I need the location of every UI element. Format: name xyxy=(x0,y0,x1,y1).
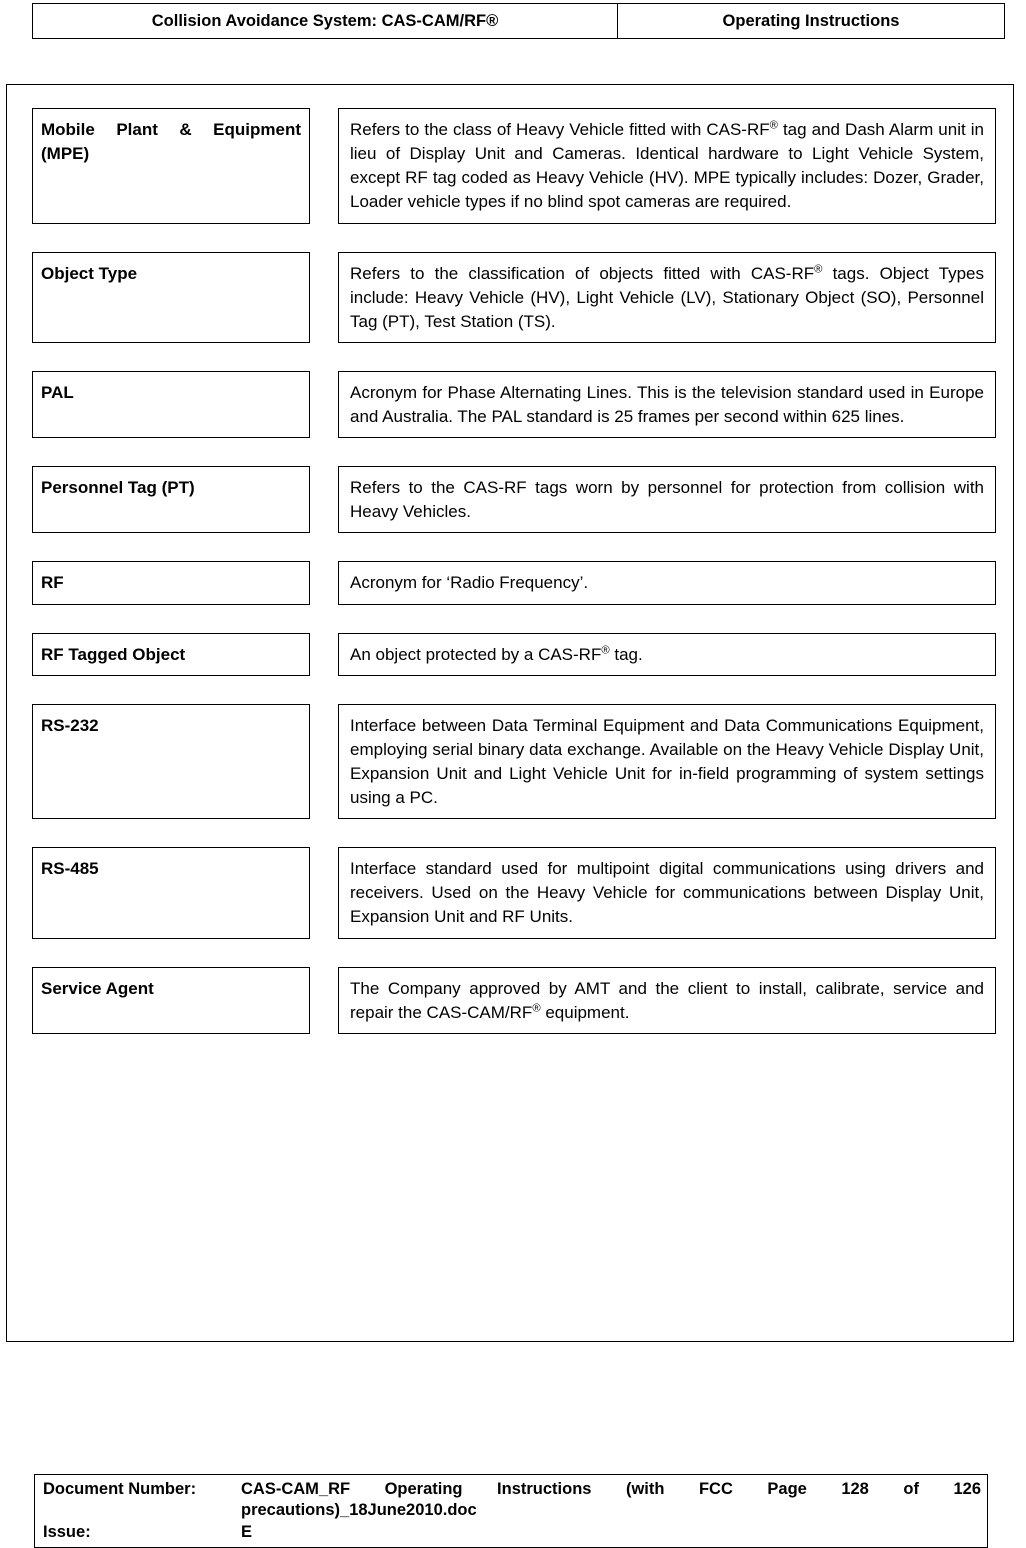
glossary-term-cell: RS-485 xyxy=(32,847,310,939)
glossary-row: Service Agent The Company approved by AMT… xyxy=(32,966,996,1034)
glossary-table: Mobile Plant & Equipment (MPE) Refers to … xyxy=(32,108,996,1034)
glossary-row: Mobile Plant & Equipment (MPE) Refers to … xyxy=(32,108,996,224)
description-segment-lead: The Company approved by AMT and the clie… xyxy=(350,978,984,1022)
glossary-description-cell: Acronym for ‘Radio Frequency’. xyxy=(338,561,996,605)
footer-grid: Document Number: CAS-CAM_RF Operating In… xyxy=(43,1479,981,1543)
page-footer-table: Document Number: CAS-CAM_RF Operating In… xyxy=(34,1474,988,1548)
glossary-description-cell: An object protected by a CAS-RF® tag. xyxy=(338,632,996,676)
description-segment-lead: Acronym for Phase Alternating Lines. Thi… xyxy=(350,382,984,426)
header-document-type: Operating Instructions xyxy=(617,3,1005,39)
glossary-description-cell: Refers to the class of Heavy Vehicle fit… xyxy=(338,108,996,224)
footer-row-document-number: Document Number: CAS-CAM_RF Operating In… xyxy=(43,1479,981,1522)
glossary-row: RF Acronym for ‘Radio Frequency’. xyxy=(32,561,996,605)
glossary-row: Object Type Refers to the classification … xyxy=(32,251,996,343)
glossary-description-text: Acronym for Phase Alternating Lines. Thi… xyxy=(350,381,984,429)
glossary-description-text: Acronym for ‘Radio Frequency’. xyxy=(350,571,984,595)
page-header-row: Collision Avoidance System: CAS-CAM/RF® … xyxy=(32,3,1005,39)
header-system-title: Collision Avoidance System: CAS-CAM/RF® xyxy=(32,3,618,39)
footer-issue-label: Issue: xyxy=(43,1522,91,1541)
glossary-term-label: RF xyxy=(41,573,64,593)
description-segment-lead: Refers to the classification of objects … xyxy=(350,263,815,283)
glossary-description-text: Interface between Data Terminal Equipmen… xyxy=(350,714,984,811)
glossary-description-text: An object protected by a CAS-RF® tag. xyxy=(350,643,984,667)
description-segment-lead: Refers to the CAS-RF tags worn by person… xyxy=(350,478,984,522)
glossary-term-label: RS-232 xyxy=(41,715,99,735)
glossary-row: Personnel Tag (PT) Refers to the CAS-RF t… xyxy=(32,466,996,534)
glossary-description-cell: Interface between Data Terminal Equipmen… xyxy=(338,703,996,820)
description-segment-lead: Acronym for ‘Radio Frequency’. xyxy=(350,573,589,593)
glossary-term-label: Personnel Tag (PT) xyxy=(41,478,195,498)
registered-trademark-icon: ® xyxy=(532,1001,541,1014)
footer-issue-value: E xyxy=(241,1522,253,1541)
glossary-description-cell: Acronym for Phase Alternating Lines. Thi… xyxy=(338,370,996,439)
glossary-term-cell: Mobile Plant & Equipment (MPE) xyxy=(32,108,310,224)
glossary-description-cell: Refers to the CAS-RF tags worn by person… xyxy=(338,466,996,534)
footer-document-number-label: Document Number: xyxy=(43,1480,197,1498)
registered-trademark-icon: ® xyxy=(601,643,610,656)
glossary-term-cell: RF Tagged Object xyxy=(32,632,310,676)
glossary-term-label: PAL xyxy=(41,382,74,402)
description-segment-lead: An object protected by a CAS-RF xyxy=(350,644,602,664)
glossary-description-cell: Refers to the classification of objects … xyxy=(338,251,996,343)
glossary-description-text: Refers to the CAS-RF tags worn by person… xyxy=(350,476,984,524)
glossary-term-cell: RS-232 xyxy=(32,703,310,820)
description-segment-tail: tag. xyxy=(609,644,643,664)
description-segment-lead: Interface standard used for multipoint d… xyxy=(350,859,984,927)
page-header-table: Collision Avoidance System: CAS-CAM/RF® … xyxy=(32,3,1005,39)
glossary-description-text: Refers to the classification of objects … xyxy=(350,262,984,334)
glossary-term-label: Service Agent xyxy=(41,978,154,998)
glossary-row: RS-485 Interface standard used for multip… xyxy=(32,847,996,939)
glossary-term-label: RS-485 xyxy=(41,859,99,879)
footer-row-issue: Issue: E xyxy=(43,1522,981,1543)
footer-document-number-line2: precautions)_18June2010.doc xyxy=(241,1501,477,1520)
glossary-term-cell: Object Type xyxy=(32,251,310,343)
description-segment-lead: Refers to the class of Heavy Vehicle fit… xyxy=(350,120,770,139)
footer-document-number-line1: CAS-CAM_RF Operating Instructions (with … xyxy=(241,1480,981,1498)
glossary-term-label: Mobile Plant & Equipment (MPE) xyxy=(41,120,301,164)
footer-document-number-value: CAS-CAM_RF Operating Instructions (with … xyxy=(241,1479,981,1522)
glossary-row: RF Tagged Object An object protected by a… xyxy=(32,632,996,676)
registered-trademark-icon: ® xyxy=(769,119,778,132)
glossary-row: RS-232 Interface between Data Terminal Eq… xyxy=(32,703,996,820)
glossary-description-cell: Interface standard used for multipoint d… xyxy=(338,847,996,939)
glossary-term-cell: Personnel Tag (PT) xyxy=(32,466,310,534)
glossary-description-cell: The Company approved by AMT and the clie… xyxy=(338,966,996,1034)
glossary-term-cell: Service Agent xyxy=(32,966,310,1034)
description-segment-tail: equipment. xyxy=(540,1002,630,1022)
glossary-term-cell: PAL xyxy=(32,370,310,439)
glossary-description-text: Refers to the class of Heavy Vehicle fit… xyxy=(350,118,984,215)
glossary-term-label: RF Tagged Object xyxy=(41,644,186,664)
glossary-description-text: The Company approved by AMT and the clie… xyxy=(350,977,984,1025)
glossary-description-text: Interface standard used for multipoint d… xyxy=(350,857,984,929)
glossary-term-label: Object Type xyxy=(41,263,138,283)
glossary-row: PAL Acronym for Phase Alternating Lines. … xyxy=(32,370,996,439)
glossary-term-cell: RF xyxy=(32,561,310,605)
description-segment-lead: Interface between Data Terminal Equipmen… xyxy=(350,715,984,807)
